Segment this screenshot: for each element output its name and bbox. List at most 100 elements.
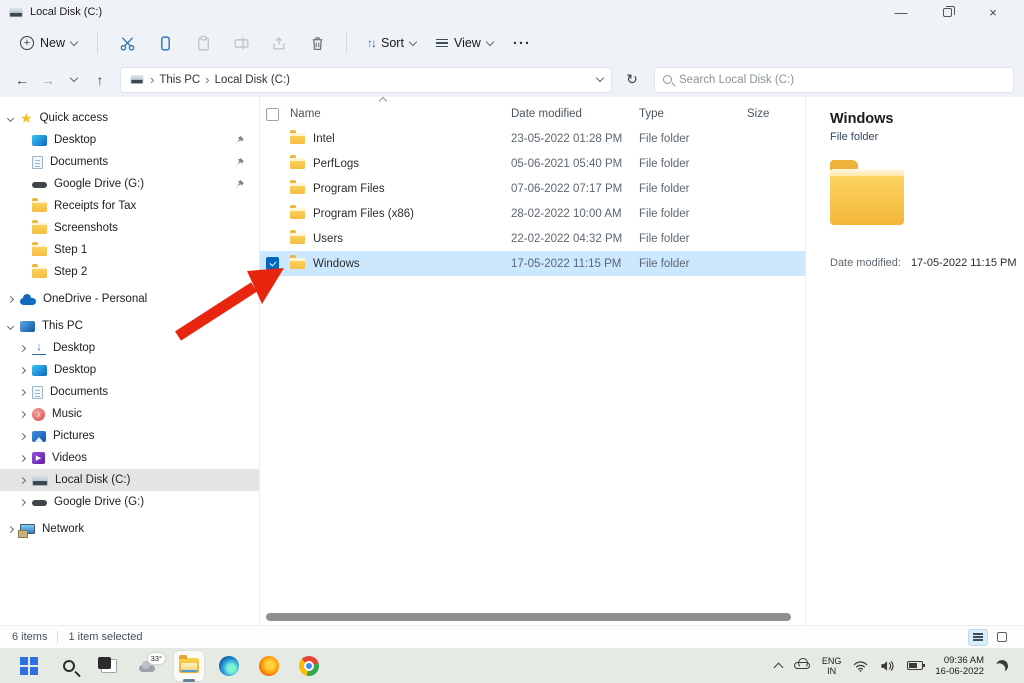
sidebar-item-desktop-qa[interactable]: Desktop [0, 129, 259, 151]
sidebar-item-network[interactable]: Network [0, 518, 259, 540]
sidebar-item-step-1[interactable]: Step 1 [0, 239, 259, 261]
widgets-weather-button[interactable]: 33° [134, 651, 164, 681]
do-not-disturb-moon-icon[interactable] [995, 658, 1010, 673]
cut-button[interactable] [110, 29, 144, 57]
sidebar-item-documents-pc[interactable]: Documents [0, 381, 259, 403]
volume-icon[interactable] [880, 660, 895, 672]
onedrive-tray-icon[interactable] [794, 662, 810, 669]
search-input[interactable] [679, 74, 1005, 86]
navigation-pane: ★ Quick access Desktop Documents Google … [0, 97, 260, 625]
expand-chevron-icon[interactable] [19, 366, 26, 373]
header-checkbox-cell [266, 108, 290, 121]
sidebar-label: Step 2 [54, 266, 87, 278]
sidebar-item-videos[interactable]: ▶ Videos [0, 447, 259, 469]
file-row-perflogs[interactable]: PerfLogs 05-06-2021 05:40 PM File folder [260, 151, 805, 176]
file-row-intel[interactable]: Intel 23-05-2022 01:28 PM File folder [260, 126, 805, 151]
start-button[interactable] [14, 651, 44, 681]
clock[interactable]: 09:36 AM 16-06-2022 [935, 655, 984, 677]
document-icon [32, 386, 43, 399]
large-icons-view-button[interactable] [992, 629, 1012, 646]
breadcrumb-this-pc[interactable]: This PC [159, 74, 200, 86]
sort-button[interactable]: ↑↓ Sort [359, 31, 424, 55]
file-row-program-files[interactable]: Program Files 07-06-2022 07:17 PM File f… [260, 176, 805, 201]
details-view-button[interactable] [968, 629, 988, 646]
sidebar-item-screenshots[interactable]: Screenshots [0, 217, 259, 239]
more-options-button[interactable]: ··· [505, 30, 539, 57]
back-button[interactable]: ← [10, 68, 34, 92]
sidebar-item-documents-qa[interactable]: Documents [0, 151, 259, 173]
sidebar-item-this-pc[interactable]: This PC [0, 315, 259, 337]
restore-button[interactable] [938, 3, 956, 21]
file-row-users[interactable]: Users 22-02-2022 04:32 PM File folder [260, 226, 805, 251]
row-checkbox-checked[interactable] [266, 257, 279, 270]
chrome-taskbar-button[interactable] [294, 651, 324, 681]
new-button[interactable]: + New [12, 31, 85, 55]
column-header-size[interactable]: Size [747, 108, 805, 120]
battery-icon[interactable] [907, 661, 923, 670]
search-bar[interactable] [654, 67, 1014, 93]
sidebar-label: Desktop [54, 134, 96, 146]
edge-taskbar-button[interactable] [214, 651, 244, 681]
preview-subtitle: File folder [830, 131, 1024, 143]
sidebar-label: Receipts for Tax [54, 200, 136, 212]
refresh-button[interactable]: ↻ [620, 68, 644, 92]
sidebar-item-step-2[interactable]: Step 2 [0, 261, 259, 283]
minimize-button[interactable]: — [892, 3, 910, 21]
file-explorer-taskbar-button[interactable] [174, 651, 204, 681]
status-divider [57, 631, 58, 643]
task-view-button[interactable] [94, 651, 124, 681]
recent-locations-button[interactable] [62, 68, 86, 92]
wifi-icon[interactable] [853, 660, 868, 672]
sidebar-item-receipts-for-tax[interactable]: Receipts for Tax [0, 195, 259, 217]
file-row-program-files-x86[interactable]: Program Files (x86) 28-02-2022 10:00 AM … [260, 201, 805, 226]
sidebar-item-desktop-download[interactable]: ↓ Desktop [0, 337, 259, 359]
window-controls: — × [892, 3, 1016, 21]
column-header-date-modified[interactable]: Date modified [511, 108, 639, 120]
google-drive-icon [32, 500, 47, 506]
sidebar-item-google-drive-pc[interactable]: Google Drive (G:) [0, 491, 259, 513]
sidebar-item-pictures[interactable]: Pictures [0, 425, 259, 447]
sidebar-item-quick-access[interactable]: ★ Quick access [0, 107, 259, 129]
column-header-name[interactable]: Name [290, 108, 511, 120]
view-button[interactable]: View [428, 31, 501, 55]
expand-chevron-icon[interactable] [7, 295, 14, 302]
hidden-icons-chevron[interactable] [773, 662, 783, 672]
explorer-window-chrome: Local Disk (C:) — × + New [0, 0, 1024, 97]
sidebar-item-local-disk-c[interactable]: Local Disk (C:) [0, 469, 259, 491]
expand-chevron-icon[interactable] [19, 410, 26, 417]
select-all-checkbox[interactable] [266, 108, 279, 121]
expand-chevron-icon[interactable] [19, 498, 26, 505]
firefox-taskbar-button[interactable] [254, 651, 284, 681]
expand-chevron-icon[interactable] [19, 454, 26, 461]
column-header-type[interactable]: Type [639, 108, 747, 120]
sidebar-item-google-drive-qa[interactable]: Google Drive (G:) [0, 173, 259, 195]
sidebar-item-desktop-pc[interactable]: Desktop [0, 359, 259, 381]
expand-chevron-icon[interactable] [7, 525, 14, 532]
taskbar-search-button[interactable] [54, 651, 84, 681]
expand-chevron-icon[interactable] [19, 476, 26, 483]
desktop-icon [32, 365, 47, 376]
horizontal-scrollbar[interactable] [266, 613, 791, 621]
up-button[interactable]: ↑ [88, 68, 112, 92]
paste-button[interactable] [186, 29, 220, 57]
address-dropdown-icon[interactable] [596, 74, 604, 82]
expand-chevron-icon[interactable] [7, 114, 14, 121]
share-button[interactable] [262, 29, 296, 57]
rename-button[interactable] [224, 29, 258, 57]
expand-chevron-icon[interactable] [19, 388, 26, 395]
close-button[interactable]: × [984, 3, 1002, 21]
delete-button[interactable] [300, 29, 334, 57]
expand-chevron-icon[interactable] [7, 322, 14, 329]
expand-chevron-icon[interactable] [19, 432, 26, 439]
forward-button[interactable]: → [36, 68, 60, 92]
column-label: Size [747, 108, 769, 120]
breadcrumb-local-disk[interactable]: Local Disk (C:) [215, 74, 290, 86]
expand-chevron-icon[interactable] [19, 344, 26, 351]
address-bar[interactable]: › This PC › Local Disk (C:) [120, 67, 612, 93]
language-indicator[interactable]: ENG IN [822, 656, 842, 676]
sidebar-item-onedrive[interactable]: OneDrive - Personal [0, 288, 259, 310]
sidebar-item-music[interactable]: ♪ Music [0, 403, 259, 425]
file-row-windows[interactable]: Windows 17-05-2022 11:15 PM File folder [260, 251, 805, 276]
file-type: File folder [639, 233, 747, 245]
copy-button[interactable] [148, 29, 182, 57]
